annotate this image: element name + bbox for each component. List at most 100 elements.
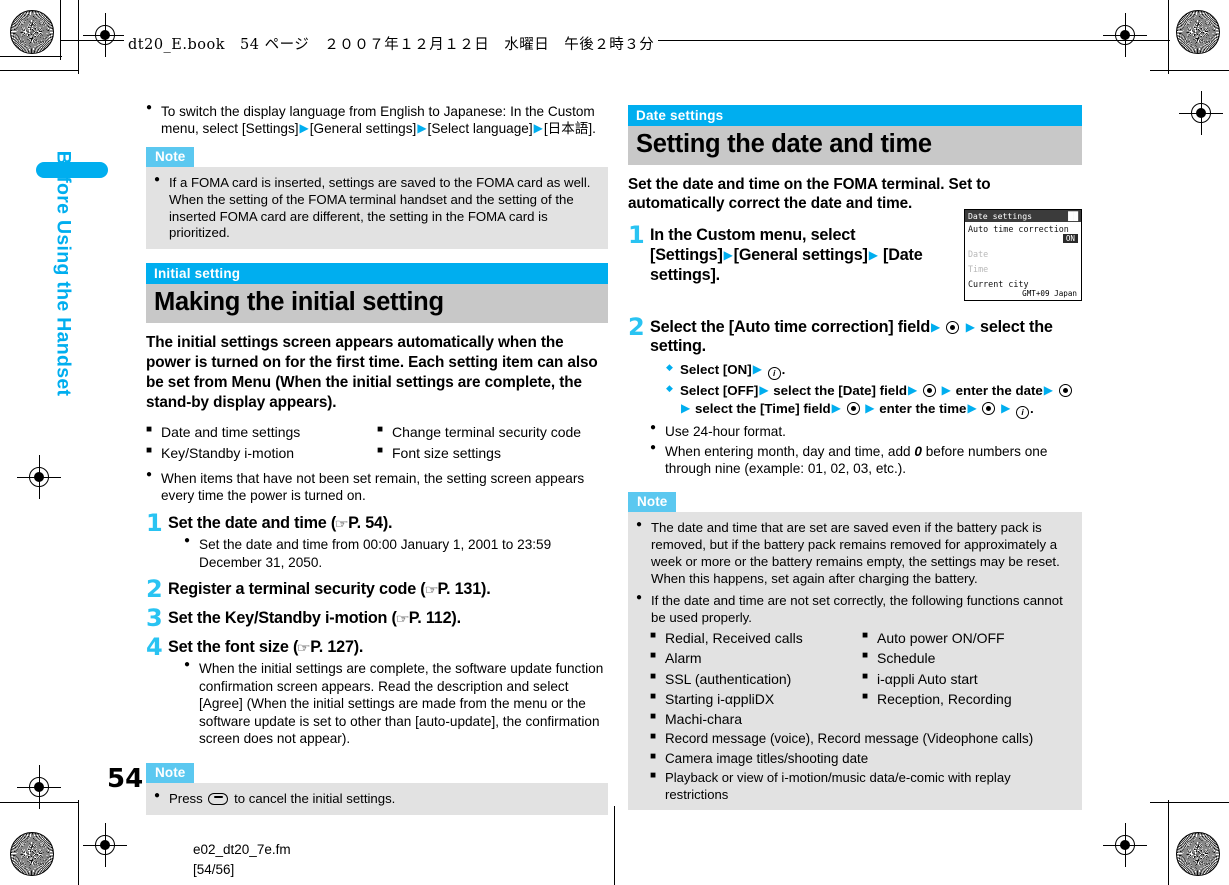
registration-mark-left-upper — [17, 455, 61, 499]
step-number: 1 — [628, 221, 645, 250]
step-title: Set the Key/Standby i-motion (☞P. 112). — [168, 609, 608, 629]
d2-text-a: Select [OFF] — [680, 383, 759, 399]
list-item: Select [OFF]▶ select the [Date] field▶ ▶… — [666, 382, 1082, 419]
note-body: The date and time that are set are saved… — [628, 511, 1082, 810]
arrow-icon: ▶ — [941, 383, 951, 398]
page-number: 54 — [107, 764, 144, 794]
list-item: Schedule — [862, 649, 1074, 667]
d2-text-e: enter the time — [879, 400, 967, 416]
d1-text-b: . — [781, 362, 786, 378]
page-ref-hand-icon: ☞ — [423, 583, 438, 598]
step-title: Register a terminal security code (☞P. 1… — [168, 580, 608, 600]
arrow-icon: ▶ — [868, 248, 878, 263]
list-item: When the initial settings are complete, … — [184, 659, 608, 747]
step-1: 1 Set the date and time (☞P. 54). Set th… — [146, 508, 608, 572]
screenshot-value-city: GMT+09 Japan — [1022, 289, 1077, 298]
crop-line-left — [60, 0, 62, 60]
step-title-a: Set the date and time ( — [168, 513, 337, 532]
step-title-b: P. 127). — [310, 637, 364, 656]
note-item: If a FOMA card is inserted, settings are… — [154, 174, 600, 243]
note-text-a: Press — [169, 791, 203, 807]
list-item: Set the date and time from 00:00 January… — [184, 535, 608, 571]
step-title-a: Set the font size ( — [168, 637, 299, 656]
screenshot-value-on: ON — [1062, 234, 1078, 243]
arrow-icon: ▶ — [752, 362, 762, 377]
step-bullets: Set the date and time from 00:00 January… — [168, 535, 608, 571]
arrow-icon: ▶ — [299, 121, 309, 136]
arrow-icon: ▶ — [759, 383, 769, 398]
arrow-icon: ▶ — [681, 400, 691, 415]
crop-line-topright — [1150, 70, 1229, 72]
right-step-1: 1 In the Custom menu, select [Settings]▶… — [628, 221, 970, 285]
top-bullet-list: To switch the display language from Engl… — [146, 102, 608, 138]
screenshot-titlebar: Date settings ██ — [965, 210, 1081, 222]
step-title-a: Set the Key/Standby i-motion ( — [168, 608, 397, 627]
top-bullet-text-d: [日本語]. — [543, 121, 596, 137]
print-calibration-burst-topright — [1176, 10, 1220, 54]
b2-zero: 0 — [914, 444, 922, 460]
crop-line-right — [1168, 0, 1170, 74]
list-item: Alarm — [650, 649, 862, 667]
footer-file-info: e02_dt20_7e.fm [54/56] — [193, 840, 291, 879]
step-number: 2 — [146, 575, 163, 604]
step-2: 2 Register a terminal security code (☞P.… — [146, 575, 608, 604]
page-ref-hand-icon: ☞ — [395, 611, 410, 626]
step-title: Set the font size (☞P. 127). — [168, 638, 608, 658]
screenshot-line-time: Time — [968, 264, 989, 274]
signal-icon: ██ — [1068, 211, 1078, 221]
list-item: Machi-chara — [650, 710, 1074, 728]
step-title-a: Register a terminal security code ( — [168, 580, 426, 599]
section-eyebrow: Initial setting — [146, 263, 608, 285]
registration-mark-bottom-left — [83, 823, 127, 867]
note-body: Press to cancel the initial settings. — [146, 783, 608, 816]
step-title-b: P. 131). — [437, 580, 491, 599]
imode-key-icon: i — [1016, 405, 1030, 419]
arrow-icon: ▶ — [865, 400, 875, 415]
clear-key-icon — [208, 793, 229, 806]
section-lead: The initial settings screen appears auto… — [146, 333, 598, 411]
select-key-icon — [1058, 384, 1072, 398]
crop-line-bottomleft — [0, 802, 78, 804]
step-number: 3 — [146, 603, 163, 632]
note-box-top: Note If a FOMA card is inserted, setting… — [146, 146, 608, 250]
step2-text-a: Select the [Auto time correction] field — [650, 317, 931, 336]
note-body: If a FOMA card is inserted, settings are… — [146, 166, 608, 250]
list-item: Change terminal security code — [377, 423, 608, 441]
note-box-right: Note The date and time that are set are … — [628, 491, 1082, 810]
feature-list: Date and time settings Key/Standby i-mot… — [146, 421, 608, 461]
step-4: 4 Set the font size (☞P. 127). When the … — [146, 635, 608, 748]
print-calibration-burst-topleft — [10, 10, 54, 54]
list-item: SSL (authentication) — [650, 670, 862, 688]
list-item: Select [ON]▶ i. — [666, 361, 1082, 381]
section-title: Setting the date and time — [628, 126, 1082, 165]
step-number: 1 — [146, 508, 163, 537]
step-title-b: P. 112). — [408, 608, 461, 627]
crop-line-left2 — [78, 0, 80, 74]
arrow-icon: ▶ — [1043, 383, 1054, 398]
top-bullet-text-b: [General settings] — [309, 121, 417, 137]
print-calibration-burst-bottomleft — [10, 832, 54, 876]
note-tag: Note — [146, 763, 195, 784]
registration-mark-left-mid — [17, 765, 61, 809]
list-item: Reception, Recording — [862, 690, 1074, 708]
list-item: Record message (voice), Record message (… — [650, 730, 1074, 747]
registration-mark-top-left — [83, 13, 127, 57]
crop-line-leftbottom — [78, 800, 80, 885]
arrow-icon: ▶ — [967, 400, 977, 415]
arrow-icon: ▶ — [533, 121, 543, 136]
list-item: Camera image titles/shooting date — [650, 750, 1074, 767]
list-item: Key/Standby i-motion — [146, 444, 377, 462]
d2-text-c: enter the date — [955, 383, 1043, 399]
note-item: Press to cancel the initial settings. — [154, 790, 600, 808]
arrow-icon: ▶ — [417, 121, 427, 136]
print-header-text: dt20_E.book 54 ページ ２００７年１２月１２日 水曜日 午後２時３… — [124, 33, 659, 54]
imode-key-icon: i — [767, 367, 781, 381]
screenshot-line-date: Date — [968, 249, 989, 259]
step2-bullets: Use 24-hour format. When entering month,… — [650, 422, 1082, 478]
d2-text-f: . — [1030, 400, 1034, 416]
registration-mark-top-right — [1103, 13, 1147, 57]
after-list-bullet: When items that have not been set remain… — [146, 469, 608, 505]
d2-text-d: select the [Time] field — [694, 400, 831, 416]
list-item: To switch the display language from Engl… — [146, 102, 608, 138]
list-item: Use 24-hour format. — [650, 422, 1082, 440]
